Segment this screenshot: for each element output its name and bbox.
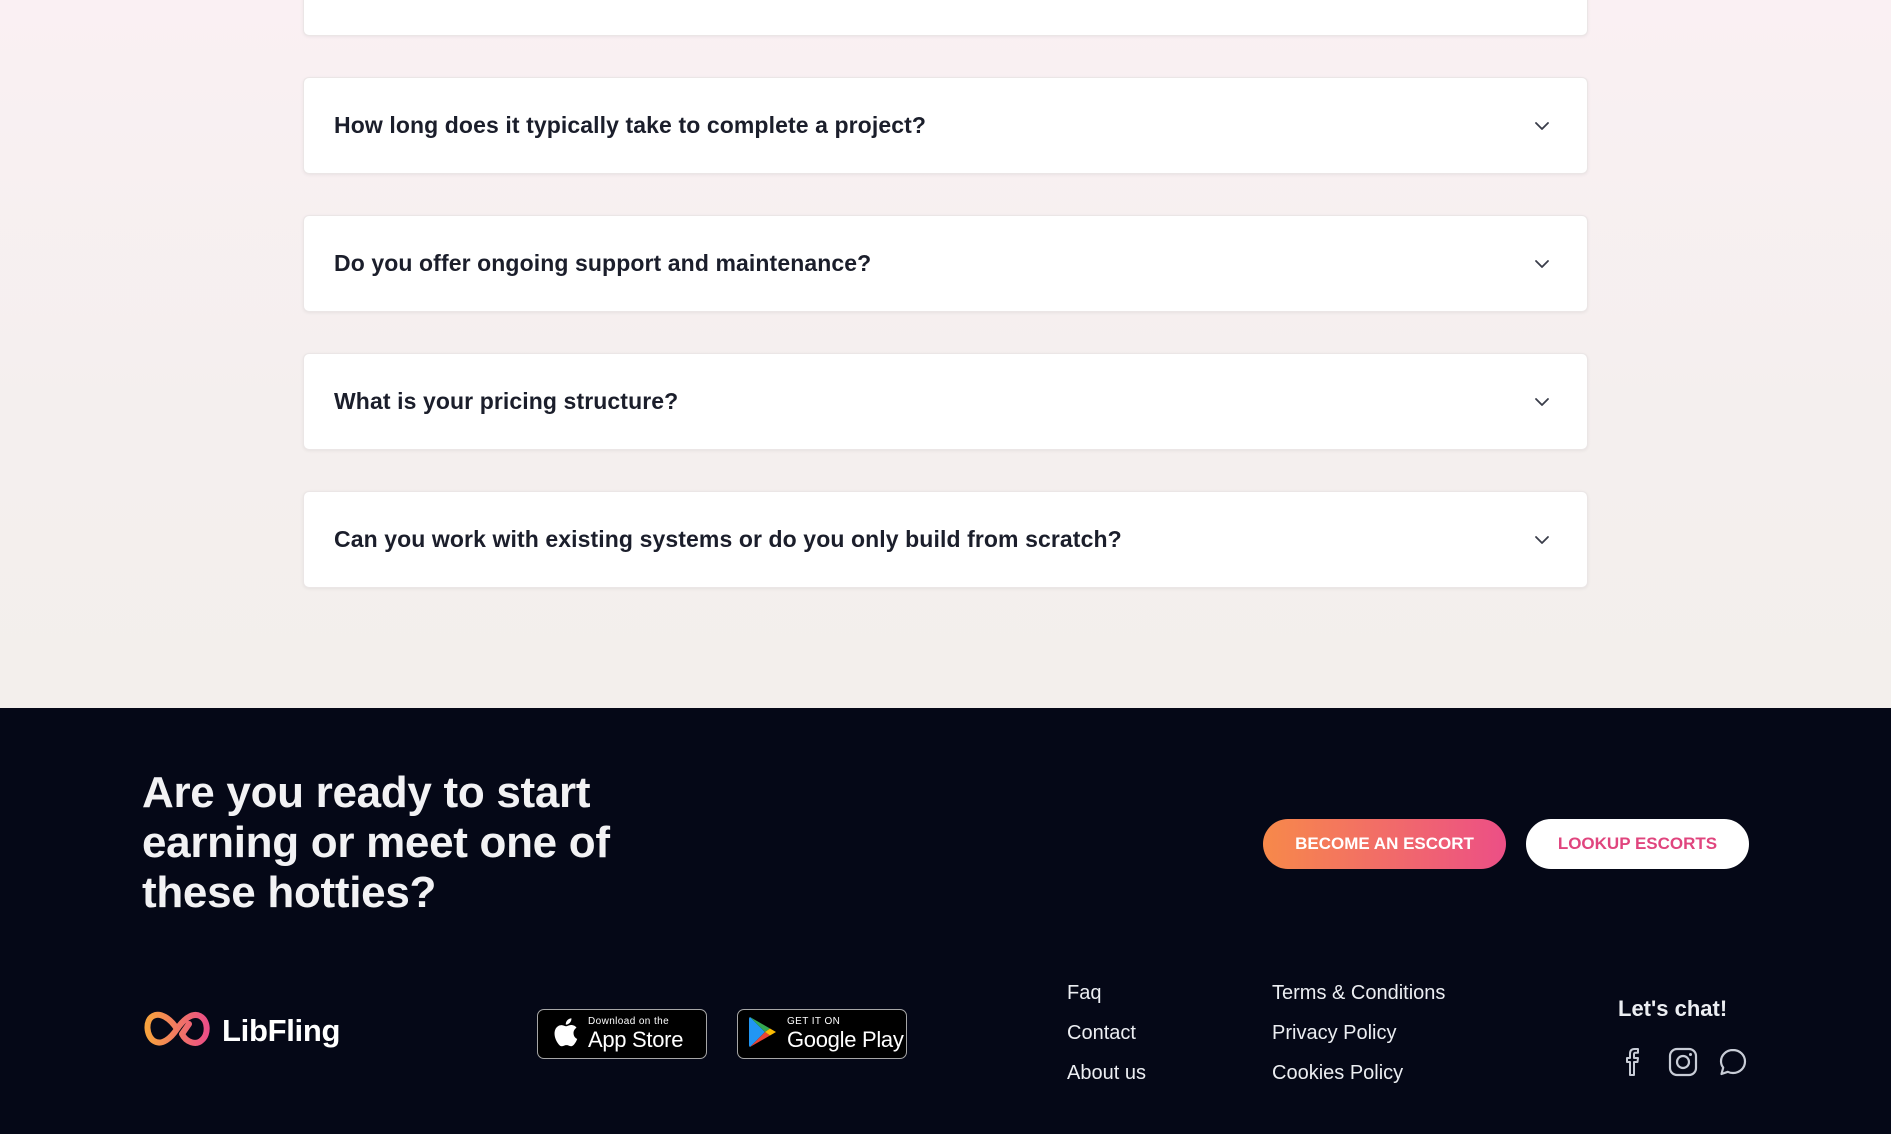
cta-title: Are you ready to start earning or meet o…: [142, 768, 610, 917]
faq-question: How long does it typically take to compl…: [334, 112, 927, 138]
footer-link-contact[interactable]: Contact: [1067, 1022, 1136, 1045]
footer-link-faq[interactable]: Faq: [1067, 982, 1101, 1005]
faq-item-pricing[interactable]: What is your pricing structure?: [303, 353, 1588, 450]
app-store-big-text: App Store: [588, 1027, 684, 1052]
become-escort-button[interactable]: BECOME AN ESCORT: [1263, 819, 1506, 869]
faq-item-existing-systems[interactable]: Can you work with existing systems or do…: [303, 491, 1588, 588]
google-play-text: GET IT ON Google Play: [787, 1017, 904, 1051]
play-icon: [748, 1016, 778, 1053]
infinity-heart-logo-icon: [142, 1006, 212, 1057]
chevron-down-icon: [1531, 391, 1553, 413]
app-store-badge[interactable]: Download on the App Store: [537, 1009, 707, 1059]
faq-question: Do you offer ongoing support and mainten…: [334, 250, 872, 276]
faq-item-support[interactable]: Do you offer ongoing support and mainten…: [303, 215, 1588, 312]
brand-logo[interactable]: LibFling: [142, 1006, 340, 1056]
chevron-down-icon: [1531, 253, 1553, 275]
footer-link-privacy[interactable]: Privacy Policy: [1272, 1022, 1396, 1045]
chevron-down-icon: [1531, 115, 1553, 137]
footer-link-about[interactable]: About us: [1067, 1062, 1146, 1085]
chat-bubble-icon[interactable]: [1717, 1046, 1749, 1078]
google-play-big-text: Google Play: [787, 1027, 904, 1052]
instagram-icon[interactable]: [1667, 1046, 1699, 1078]
lookup-escorts-button[interactable]: LOOKUP ESCORTS: [1526, 819, 1749, 869]
footer-link-terms[interactable]: Terms & Conditions: [1272, 982, 1445, 1005]
app-store-text: Download on the App Store: [588, 1017, 683, 1051]
facebook-icon[interactable]: [1618, 1046, 1650, 1078]
faq-question: What is your pricing structure?: [334, 388, 679, 414]
faq-section: How long does it typically take to compl…: [0, 0, 1891, 708]
google-play-badge[interactable]: GET IT ON Google Play: [737, 1009, 907, 1059]
faq-question: Can you work with existing systems or do…: [334, 526, 1122, 552]
chat-title: Let's chat!: [1618, 996, 1728, 1021]
footer: Are you ready to start earning or meet o…: [0, 708, 1891, 1134]
chevron-down-icon: [1531, 529, 1553, 551]
faq-item-project-duration[interactable]: How long does it typically take to compl…: [303, 77, 1588, 174]
app-store-small-text: Download on the: [588, 1016, 670, 1027]
brand-name: LibFling: [222, 1013, 341, 1048]
apple-icon: [552, 1017, 578, 1052]
faq-item-partial[interactable]: [303, 0, 1588, 36]
google-play-small-text: GET IT ON: [787, 1016, 841, 1027]
footer-link-cookies[interactable]: Cookies Policy: [1272, 1062, 1403, 1085]
